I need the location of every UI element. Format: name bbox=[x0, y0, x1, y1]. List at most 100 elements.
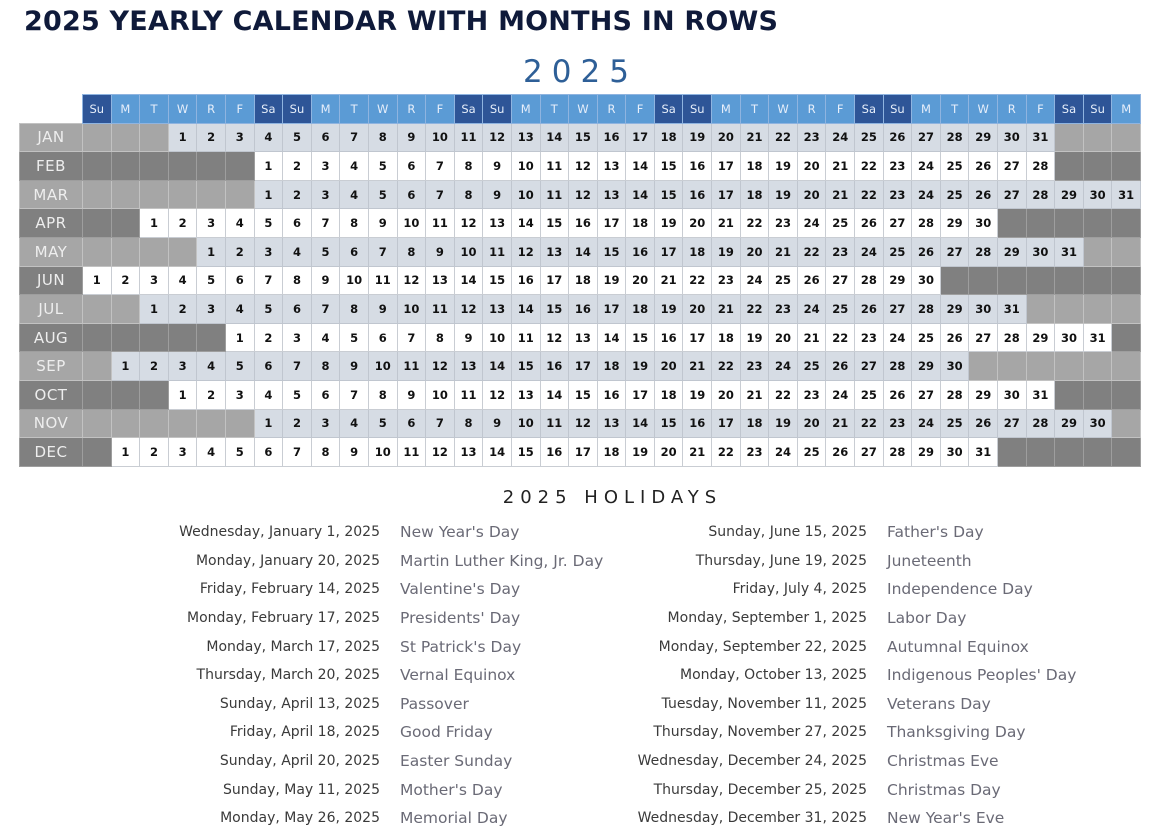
day-cell[interactable]: 14 bbox=[568, 236, 598, 267]
day-cell[interactable]: 11 bbox=[482, 236, 512, 267]
day-cell[interactable]: 18 bbox=[596, 351, 627, 381]
day-cell[interactable]: 26 bbox=[968, 408, 998, 439]
day-cell[interactable]: 20 bbox=[653, 437, 684, 467]
day-cell[interactable]: 28 bbox=[1025, 179, 1056, 210]
day-cell[interactable]: 6 bbox=[396, 179, 427, 210]
day-cell[interactable]: 20 bbox=[768, 322, 798, 353]
day-cell[interactable]: 3 bbox=[167, 351, 198, 381]
day-cell[interactable]: 28 bbox=[911, 294, 941, 324]
day-cell[interactable]: 30 bbox=[939, 437, 970, 467]
day-cell[interactable]: 24 bbox=[825, 379, 856, 410]
day-cell[interactable]: 3 bbox=[139, 265, 169, 296]
day-cell[interactable]: 27 bbox=[939, 236, 970, 267]
day-cell[interactable]: 4 bbox=[224, 294, 255, 324]
day-cell[interactable]: 11 bbox=[425, 208, 455, 238]
day-cell[interactable]: 2 bbox=[167, 294, 198, 324]
day-cell[interactable]: 29 bbox=[939, 294, 970, 324]
day-cell[interactable]: 4 bbox=[167, 265, 198, 296]
day-cell[interactable]: 2 bbox=[196, 379, 226, 410]
day-cell[interactable]: 26 bbox=[882, 122, 913, 153]
day-cell[interactable]: 13 bbox=[596, 179, 627, 210]
day-cell[interactable]: 23 bbox=[882, 179, 913, 210]
day-cell[interactable]: 31 bbox=[997, 294, 1027, 324]
day-cell[interactable]: 25 bbox=[939, 151, 970, 181]
day-cell[interactable]: 8 bbox=[310, 351, 341, 381]
day-cell[interactable]: 17 bbox=[625, 122, 655, 153]
day-cell[interactable]: 16 bbox=[653, 322, 684, 353]
day-cell[interactable]: 9 bbox=[482, 179, 512, 210]
day-cell[interactable]: 1 bbox=[167, 379, 198, 410]
day-cell[interactable]: 12 bbox=[482, 122, 512, 153]
day-cell[interactable]: 2 bbox=[282, 408, 312, 439]
day-cell[interactable]: 23 bbox=[768, 208, 798, 238]
day-cell[interactable]: 5 bbox=[310, 236, 341, 267]
day-cell[interactable]: 8 bbox=[367, 379, 398, 410]
day-cell[interactable]: 19 bbox=[711, 236, 741, 267]
day-cell[interactable]: 6 bbox=[310, 122, 341, 153]
day-cell[interactable]: 22 bbox=[711, 437, 741, 467]
day-cell[interactable]: 6 bbox=[282, 208, 312, 238]
day-cell[interactable]: 28 bbox=[1025, 151, 1056, 181]
day-cell[interactable]: 20 bbox=[711, 379, 741, 410]
day-cell[interactable]: 8 bbox=[453, 179, 484, 210]
day-cell[interactable]: 7 bbox=[282, 437, 312, 467]
day-cell[interactable]: 14 bbox=[596, 322, 627, 353]
day-cell[interactable]: 8 bbox=[396, 236, 427, 267]
day-cell[interactable]: 5 bbox=[253, 208, 284, 238]
day-cell[interactable]: 3 bbox=[282, 322, 312, 353]
day-cell[interactable]: 2 bbox=[224, 236, 255, 267]
day-cell[interactable]: 10 bbox=[425, 122, 455, 153]
day-cell[interactable]: 27 bbox=[854, 351, 884, 381]
day-cell[interactable]: 17 bbox=[653, 236, 684, 267]
day-cell[interactable]: 29 bbox=[997, 236, 1027, 267]
day-cell[interactable]: 15 bbox=[653, 179, 684, 210]
day-cell[interactable]: 4 bbox=[253, 122, 284, 153]
day-cell[interactable]: 29 bbox=[882, 265, 913, 296]
day-cell[interactable]: 14 bbox=[625, 408, 655, 439]
day-cell[interactable]: 15 bbox=[568, 122, 598, 153]
day-cell[interactable]: 27 bbox=[997, 179, 1027, 210]
day-cell[interactable]: 13 bbox=[510, 379, 541, 410]
day-cell[interactable]: 2 bbox=[282, 179, 312, 210]
day-cell[interactable]: 12 bbox=[425, 351, 455, 381]
day-cell[interactable]: 15 bbox=[653, 408, 684, 439]
day-cell[interactable]: 3 bbox=[224, 379, 255, 410]
day-cell[interactable]: 30 bbox=[968, 294, 998, 324]
day-cell[interactable]: 1 bbox=[253, 179, 284, 210]
day-cell[interactable]: 6 bbox=[339, 236, 369, 267]
day-cell[interactable]: 21 bbox=[711, 294, 741, 324]
day-cell[interactable]: 13 bbox=[482, 208, 512, 238]
day-cell[interactable]: 23 bbox=[796, 122, 827, 153]
day-cell[interactable]: 11 bbox=[396, 351, 427, 381]
day-cell[interactable]: 11 bbox=[539, 179, 570, 210]
day-cell[interactable]: 11 bbox=[510, 322, 541, 353]
day-cell[interactable]: 23 bbox=[882, 408, 913, 439]
day-cell[interactable]: 16 bbox=[568, 208, 598, 238]
day-cell[interactable]: 13 bbox=[425, 265, 455, 296]
day-cell[interactable]: 1 bbox=[139, 294, 169, 324]
day-cell[interactable]: 31 bbox=[1054, 236, 1084, 267]
day-cell[interactable]: 26 bbox=[854, 294, 884, 324]
day-cell[interactable]: 20 bbox=[739, 236, 770, 267]
day-cell[interactable]: 12 bbox=[453, 208, 484, 238]
day-cell[interactable]: 24 bbox=[854, 236, 884, 267]
day-cell[interactable]: 1 bbox=[224, 322, 255, 353]
day-cell[interactable]: 1 bbox=[82, 265, 112, 296]
day-cell[interactable]: 22 bbox=[768, 379, 798, 410]
day-cell[interactable]: 22 bbox=[854, 151, 884, 181]
day-cell[interactable]: 8 bbox=[282, 265, 312, 296]
day-cell[interactable]: 14 bbox=[539, 122, 570, 153]
day-cell[interactable]: 4 bbox=[282, 236, 312, 267]
day-cell[interactable]: 13 bbox=[482, 294, 512, 324]
day-cell[interactable]: 20 bbox=[711, 122, 741, 153]
day-cell[interactable]: 2 bbox=[139, 437, 169, 467]
day-cell[interactable]: 27 bbox=[911, 379, 941, 410]
day-cell[interactable]: 14 bbox=[625, 179, 655, 210]
day-cell[interactable]: 27 bbox=[854, 437, 884, 467]
day-cell[interactable]: 10 bbox=[367, 351, 398, 381]
day-cell[interactable]: 19 bbox=[596, 265, 627, 296]
day-cell[interactable]: 10 bbox=[425, 379, 455, 410]
day-cell[interactable]: 15 bbox=[482, 265, 512, 296]
day-cell[interactable]: 30 bbox=[968, 208, 998, 238]
day-cell[interactable]: 25 bbox=[882, 236, 913, 267]
